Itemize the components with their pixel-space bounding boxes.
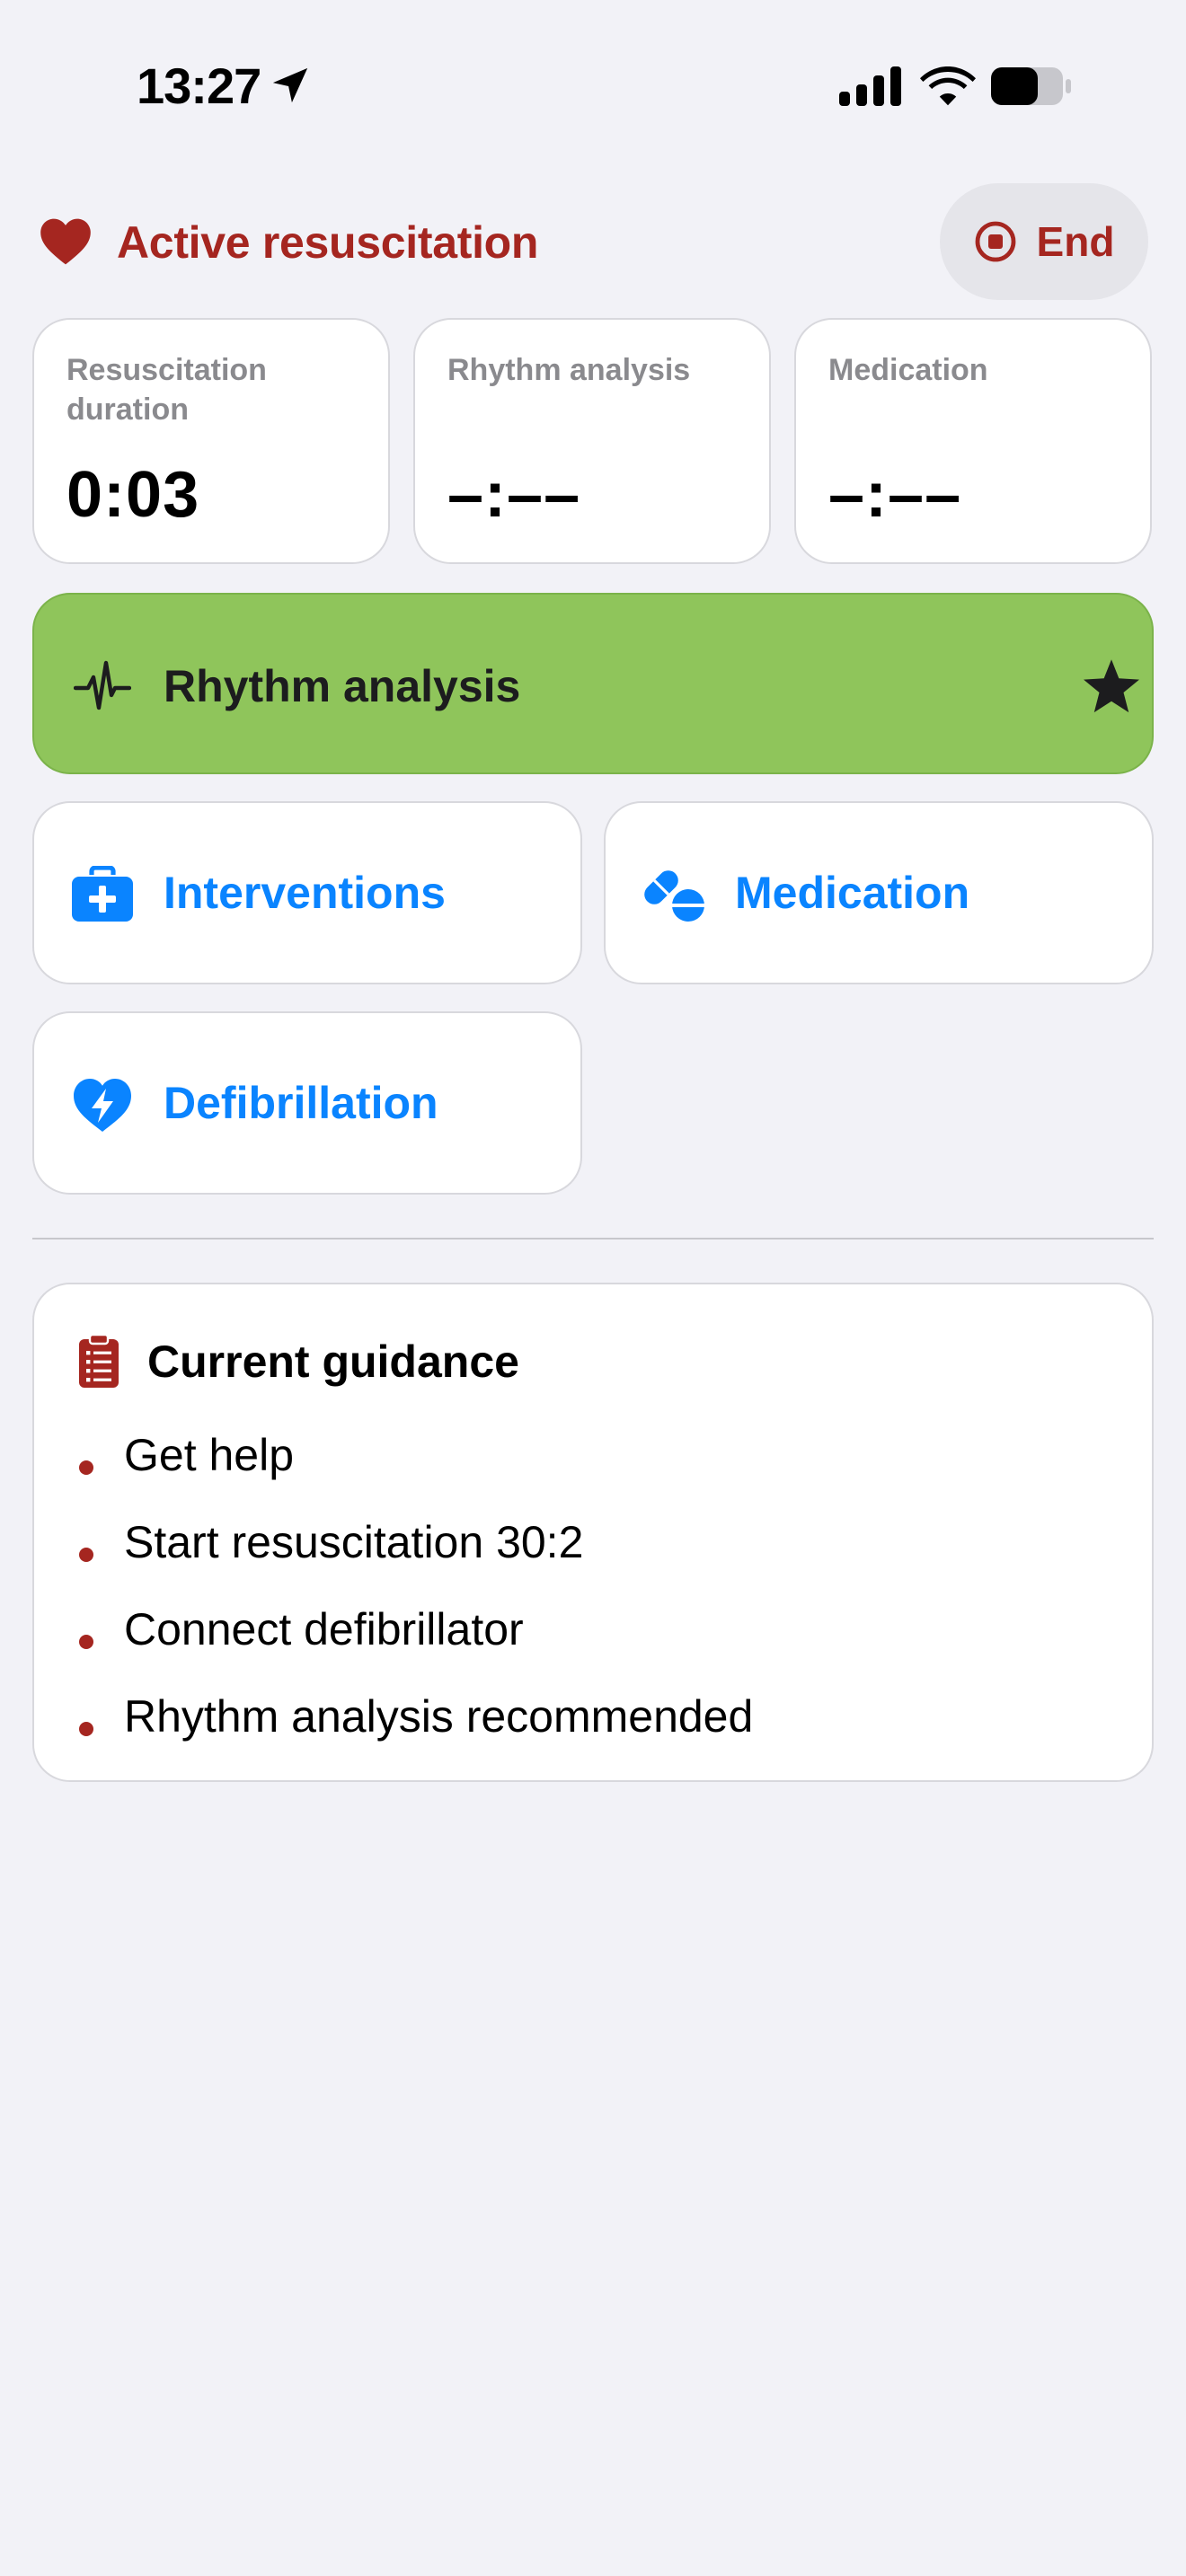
star-icon xyxy=(1084,659,1139,713)
timer-label: Resuscitation duration xyxy=(66,353,267,427)
guidance-item: Get help xyxy=(34,1421,1152,1508)
timer-card-rhythm-analysis: Rhythm analysis –:–– xyxy=(413,318,771,564)
interventions-button[interactable]: Interventions xyxy=(32,801,582,984)
timer-value: –:–– xyxy=(828,459,962,531)
page-title: Active resuscitation xyxy=(117,217,539,268)
heart-icon xyxy=(40,218,91,265)
defibrillation-button[interactable]: Defibrillation xyxy=(32,1011,582,1195)
clipboard-icon xyxy=(79,1333,119,1388)
waveform-icon xyxy=(74,660,131,710)
guidance-list: Get help Start resuscitation 30:2 Connec… xyxy=(34,1421,1152,1769)
bullet xyxy=(79,1635,93,1649)
guidance-item: Connect defibrillator xyxy=(34,1595,1152,1682)
pills-icon xyxy=(644,870,705,922)
heart-bolt-icon xyxy=(74,1079,131,1132)
wifi-icon xyxy=(920,66,976,106)
interventions-label: Interventions xyxy=(164,868,446,918)
header: Active resuscitation End xyxy=(0,180,1186,305)
timer-card-medication: Medication –:–– xyxy=(794,318,1152,564)
battery-icon xyxy=(991,67,1071,105)
guidance-title: Current guidance xyxy=(147,1337,519,1387)
end-button-label: End xyxy=(1036,218,1115,265)
bullet xyxy=(79,1548,93,1562)
divider xyxy=(32,1238,1154,1239)
bullet xyxy=(79,1460,93,1475)
rhythm-analysis-label: Rhythm analysis xyxy=(164,661,521,711)
status-bar: 13:27 xyxy=(0,0,1186,171)
end-button[interactable]: End xyxy=(940,183,1148,300)
timer-value: 0:03 xyxy=(66,459,200,531)
status-time: 13:27 xyxy=(137,57,261,114)
medication-button[interactable]: Medication xyxy=(604,801,1154,984)
timer-label: Rhythm analysis xyxy=(447,353,691,387)
guidance-item-text: Rhythm analysis recommended xyxy=(124,1691,754,1742)
current-guidance-card: Current guidance Get help Start resuscit… xyxy=(32,1283,1154,1782)
cellular-signal-icon xyxy=(839,66,901,106)
defibrillation-label: Defibrillation xyxy=(164,1078,438,1128)
guidance-item-text: Connect defibrillator xyxy=(124,1604,524,1654)
location-arrow-icon xyxy=(272,67,308,103)
medical-kit-icon xyxy=(72,866,133,922)
rhythm-analysis-button[interactable]: Rhythm analysis xyxy=(32,593,1154,774)
timer-label: Medication xyxy=(828,353,988,387)
guidance-item: Start resuscitation 30:2 xyxy=(34,1508,1152,1595)
guidance-item-text: Start resuscitation 30:2 xyxy=(124,1517,584,1567)
timer-card-resuscitation-duration: Resuscitation duration 0:03 xyxy=(32,318,390,564)
stop-circle-icon xyxy=(975,221,1015,262)
timer-value: –:–– xyxy=(447,459,581,531)
medication-label: Medication xyxy=(735,868,970,918)
bullet xyxy=(79,1722,93,1736)
guidance-item: Rhythm analysis recommended xyxy=(34,1682,1152,1769)
guidance-item-text: Get help xyxy=(124,1430,295,1480)
